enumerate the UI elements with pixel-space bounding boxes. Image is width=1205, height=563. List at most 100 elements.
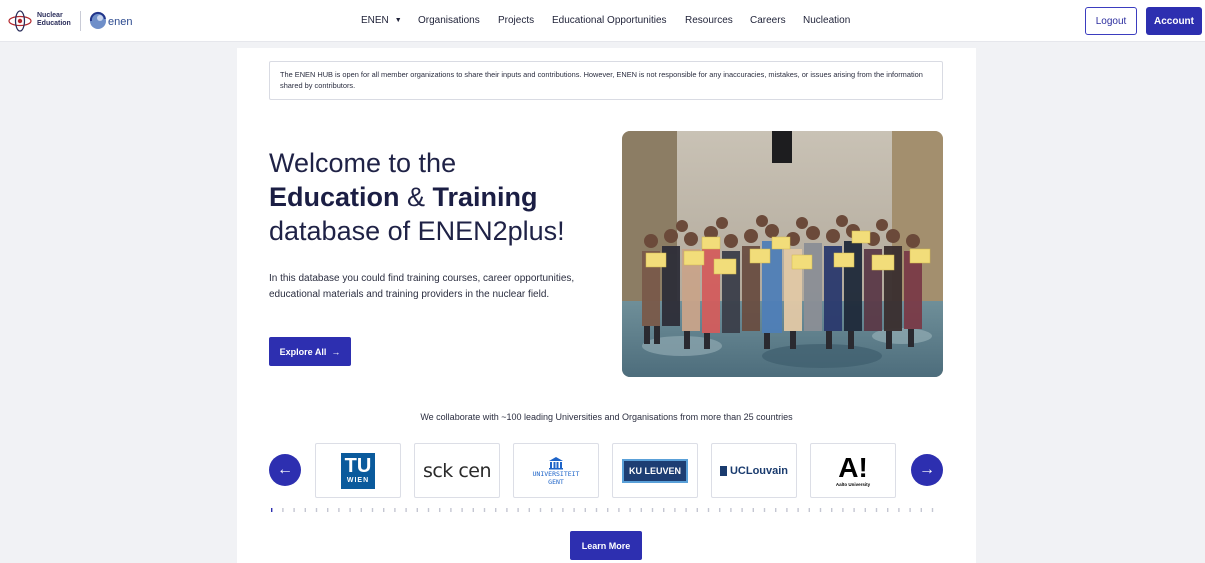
main-nav: ENEN ▼ Organisations Projects Educational… [0, 0, 1205, 42]
pagination-dot[interactable] [786, 508, 788, 512]
pagination-dot[interactable] [663, 508, 665, 512]
pagination-dot[interactable] [315, 508, 318, 512]
pagination-dot[interactable] [595, 508, 598, 512]
pagination-dot[interactable] [338, 508, 340, 512]
nav-item-enen[interactable]: ENEN ▼ [361, 15, 402, 26]
pagination-dot[interactable] [864, 508, 866, 512]
pagination-dot[interactable] [293, 508, 295, 512]
pagination-dot[interactable] [349, 508, 351, 512]
uclouvain-logo: UCLouvain [719, 464, 789, 477]
hero-title-amp: & [399, 182, 433, 212]
pagination-dot[interactable] [506, 508, 508, 512]
pagination-dot[interactable] [931, 508, 934, 512]
collaboration-text: We collaborate with ~100 leading Univers… [420, 412, 793, 422]
carousel-next-button[interactable]: → [911, 454, 943, 486]
pagination-dot[interactable] [472, 508, 474, 512]
pagination-dot[interactable] [808, 508, 810, 512]
pagination-dot[interactable] [775, 508, 777, 512]
pagination-dot[interactable] [719, 508, 721, 512]
pagination-dot[interactable] [405, 508, 407, 512]
pagination-dot[interactable] [439, 508, 441, 512]
pagination-dot[interactable] [831, 508, 833, 512]
partner-logo-sck-cen[interactable]: sck cen [414, 443, 500, 498]
partner-logo-aalto[interactable]: A! Aalto University [810, 443, 896, 498]
pagination-dot[interactable] [730, 508, 732, 512]
pagination-dot[interactable] [271, 508, 273, 512]
aalto-logo-mark: A! [838, 451, 868, 483]
pagination-dot[interactable] [640, 508, 642, 512]
pagination-dot[interactable] [752, 508, 754, 512]
arrow-right-icon: → [919, 461, 935, 478]
uclouvain-logo-text: UCLouvain [729, 464, 789, 477]
hero-title-line-1: Welcome to the [269, 148, 457, 178]
partner-logo-uclouvain[interactable]: UCLouvain [711, 443, 797, 498]
disclaimer-notice: The ENEN HUB is open for all member orga… [269, 61, 943, 100]
ugent-logo-line-1: UNIVERSITEIT [532, 469, 580, 478]
account-button[interactable]: Account [1146, 7, 1202, 35]
hero-description: In this database you could find training… [269, 273, 575, 300]
pagination-dot[interactable] [920, 508, 922, 512]
pagination-dot[interactable] [909, 508, 911, 512]
nav-item-educational-opportunities[interactable]: Educational Opportunities [552, 15, 667, 26]
tu-wien-logo: TU WIEN [341, 452, 375, 489]
pagination-dot[interactable] [517, 508, 519, 512]
pagination-dot[interactable] [416, 508, 418, 512]
pagination-dot[interactable] [383, 508, 385, 512]
pagination-dot[interactable] [707, 508, 710, 512]
pagination-dot[interactable] [528, 508, 530, 512]
pagination-dot[interactable] [371, 508, 374, 512]
pagination-dot[interactable] [327, 508, 329, 512]
pagination-dot[interactable] [797, 508, 799, 512]
pagination-dot[interactable] [651, 508, 654, 512]
learn-more-button[interactable]: Learn More [570, 531, 642, 560]
pagination-dot[interactable] [629, 508, 631, 512]
partner-logo-tu-wien[interactable]: TU WIEN [315, 443, 401, 498]
pagination-dot[interactable] [618, 508, 620, 512]
pagination-dot[interactable] [539, 508, 542, 512]
nav-item-resources[interactable]: Resources [685, 15, 733, 26]
pagination-dot[interactable] [875, 508, 878, 512]
pagination-dot[interactable] [427, 508, 430, 512]
logout-button[interactable]: Logout [1085, 7, 1137, 35]
group-photo [622, 131, 943, 377]
pagination-dot[interactable] [551, 508, 553, 512]
nav-item-nucleation[interactable]: Nucleation [803, 15, 850, 26]
pagination-dot[interactable] [741, 508, 743, 512]
pagination-dot[interactable] [304, 508, 306, 512]
nav-item-organisations[interactable]: Organisations [418, 15, 480, 26]
pagination-dot[interactable] [898, 508, 900, 512]
partner-logo-ku-leuven[interactable]: KU LEUVEN [612, 443, 698, 498]
pagination-dot[interactable] [887, 508, 889, 512]
pagination-dot[interactable] [360, 508, 362, 512]
pagination-dot[interactable] [450, 508, 452, 512]
pagination-dot[interactable] [562, 508, 564, 512]
pagination-dot[interactable] [495, 508, 497, 512]
pagination-dot[interactable] [483, 508, 486, 512]
pagination-dot[interactable] [819, 508, 822, 512]
aalto-logo-caption: Aalto University [835, 481, 871, 487]
pagination-dot[interactable] [584, 508, 586, 512]
hero-title-line-3: database of ENEN2plus! [269, 216, 565, 246]
nav-item-enen-label: ENEN [361, 15, 389, 26]
ugent-building-icon [549, 456, 563, 469]
nav-item-projects[interactable]: Projects [498, 15, 534, 26]
explore-all-button[interactable]: Explore All → [269, 337, 351, 366]
ugent-logo: UNIVERSITEIT GENT [532, 456, 580, 486]
pagination-dot[interactable] [685, 508, 687, 512]
pagination-dot[interactable] [607, 508, 609, 512]
nav-item-careers[interactable]: Careers [750, 15, 786, 26]
pagination-dot[interactable] [573, 508, 575, 512]
pagination-dot[interactable] [842, 508, 844, 512]
carousel-prev-button[interactable]: ← [269, 454, 301, 486]
pagination-dot[interactable] [461, 508, 463, 512]
partner-logo-universiteit-gent[interactable]: UNIVERSITEIT GENT [513, 443, 599, 498]
uclouvain-mark-icon [719, 465, 727, 476]
pagination-dot[interactable] [696, 508, 698, 512]
pagination-dot[interactable] [394, 508, 396, 512]
pagination-dot[interactable] [674, 508, 676, 512]
arrow-left-icon: ← [277, 461, 293, 478]
pagination-dot[interactable] [853, 508, 855, 512]
ku-leuven-logo-text: KU LEUVEN [621, 458, 688, 483]
pagination-dot[interactable] [282, 508, 284, 512]
pagination-dot[interactable] [763, 508, 766, 512]
